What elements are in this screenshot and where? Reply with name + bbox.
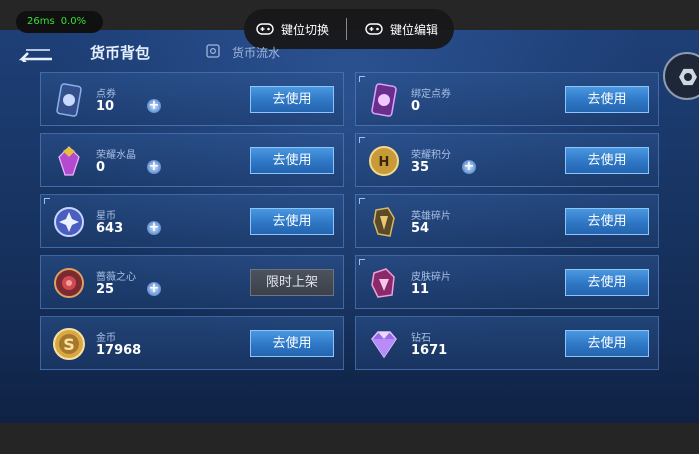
currency-card-glory-points: H 荣耀积分 35 + 去使用 [355, 133, 659, 187]
key-switch-label: 键位切换 [281, 22, 330, 37]
voucher-icon [56, 83, 82, 117]
currency-name: 点券 [96, 89, 116, 100]
use-button[interactable]: 去使用 [565, 330, 649, 357]
currency-card-voucher: 点券 10 + 去使用 [40, 72, 344, 126]
use-button[interactable]: 去使用 [250, 208, 334, 235]
currency-name: 英雄碎片 [411, 211, 451, 222]
currency-value: 1671 [411, 343, 448, 358]
currency-card-diamond: 钻石 1671 去使用 [355, 316, 659, 370]
gamepad-icon [365, 22, 383, 35]
add-icon[interactable]: + [147, 282, 161, 296]
currency-value: 35 [411, 160, 430, 175]
loss-rate: 0.0% [60, 16, 87, 27]
currency-name: 星币 [96, 211, 116, 222]
currency-name: 钻石 [411, 333, 431, 344]
currency-value: 10 [96, 99, 115, 114]
currency-card-gold-coin: S 金币 17968 去使用 [40, 316, 344, 370]
bound-voucher-icon [371, 83, 397, 117]
use-button[interactable]: 去使用 [565, 208, 649, 235]
glory-crystal-icon [58, 146, 80, 176]
currency-grid: 点券 10 + 去使用 绑定点券 0 去使用 荣耀水晶 0 + 去使用 H 荣耀… [40, 72, 659, 370]
currency-card-glory-crystal: 荣耀水晶 0 + 去使用 [40, 133, 344, 187]
use-button[interactable]: 去使用 [565, 147, 649, 174]
currency-name: 金币 [96, 333, 116, 344]
key-edit-button[interactable]: 键位编辑 [347, 9, 438, 49]
diamond-icon [371, 331, 397, 359]
key-edit-label: 键位编辑 [390, 22, 439, 37]
currency-value: 17968 [96, 343, 142, 358]
add-icon[interactable]: + [147, 160, 161, 174]
currency-name: 荣耀水晶 [96, 150, 136, 161]
currency-card-star-coin: 星币 643 + 去使用 [40, 194, 344, 248]
currency-card-skin-fragment: 皮肤碎片 11 去使用 [355, 255, 659, 309]
limited-time-button[interactable]: 限时上架 [250, 269, 334, 296]
skin-fragment-icon [371, 268, 395, 298]
use-button[interactable]: 去使用 [250, 330, 334, 357]
star-coin-icon [54, 207, 84, 237]
currency-value: 0 [411, 99, 421, 114]
use-button[interactable]: 去使用 [565, 269, 649, 296]
currency-name: 绑定点券 [411, 89, 451, 100]
svg-text:S: S [63, 335, 75, 354]
gamepad-switch-icon [256, 22, 274, 35]
glory-points-icon: H [369, 146, 399, 176]
currency-value: 54 [411, 221, 430, 236]
add-icon[interactable]: + [147, 221, 161, 235]
add-icon[interactable]: + [462, 160, 476, 174]
rose-heart-icon [54, 268, 84, 298]
use-button[interactable]: 去使用 [565, 86, 649, 113]
back-arrow-icon[interactable] [16, 44, 54, 62]
svg-text:H: H [379, 155, 390, 170]
use-button[interactable]: 去使用 [250, 86, 334, 113]
currency-card-bound-voucher: 绑定点券 0 去使用 [355, 72, 659, 126]
currency-value: 643 [96, 221, 124, 236]
key-mapping-bar: 键位切换 键位编辑 [244, 9, 454, 49]
currency-value: 25 [96, 282, 115, 297]
frame-time: 26ms [27, 16, 55, 27]
bottom-bar [0, 423, 699, 454]
currency-value: 0 [96, 160, 106, 175]
currency-name: 皮肤碎片 [411, 272, 451, 283]
currency-card-hero-fragment: 英雄碎片 54 去使用 [355, 194, 659, 248]
page-title: 货币背包 [90, 44, 151, 62]
currency-name: 蔷薇之心 [96, 272, 136, 283]
currency-value: 11 [411, 282, 430, 297]
currency-flow-icon[interactable] [206, 44, 220, 58]
fps-indicator: 26ms 0.0% [16, 11, 104, 33]
add-icon[interactable]: + [147, 99, 161, 113]
currency-name: 荣耀积分 [411, 150, 451, 161]
hero-fragment-icon [373, 207, 395, 237]
currency-flow-tab[interactable]: 货币流水 [232, 44, 280, 61]
gold-coin-icon: S [53, 328, 85, 360]
use-button[interactable]: 去使用 [250, 147, 334, 174]
key-switch-button[interactable]: 键位切换 [244, 9, 346, 49]
currency-card-rose-heart: 蔷薇之心 25 + 限时上架 [40, 255, 344, 309]
